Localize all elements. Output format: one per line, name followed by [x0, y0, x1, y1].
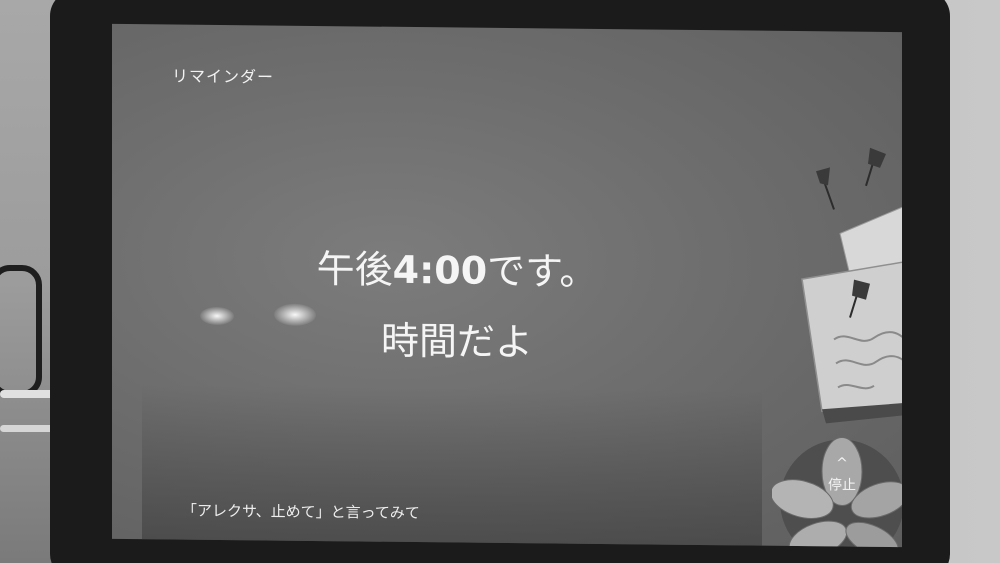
- cable: [0, 265, 42, 397]
- time-prefix: 午後: [316, 247, 393, 292]
- chevron-up-icon: ^: [836, 455, 848, 472]
- page-title: リマインダー: [172, 66, 275, 87]
- pinned-memo-icon: [801, 147, 902, 424]
- paper-note-icon: [801, 259, 902, 413]
- voice-hint: 「アレクサ、止めて」と言ってみて: [182, 501, 420, 523]
- photo-scene: リマインダー 午後4:00です。 時間だよ ^ 停止 「アレクサ、止めて」と言っ…: [0, 0, 1000, 563]
- stop-button[interactable]: ^ 停止: [812, 455, 872, 507]
- time-suffix: です。: [487, 248, 598, 294]
- screen-reflection: [142, 384, 762, 548]
- display-screen: リマインダー 午後4:00です。 時間だよ ^ 停止 「アレクサ、止めて」と言っ…: [112, 23, 902, 548]
- pin-icon: [816, 167, 835, 210]
- stop-label: 停止: [828, 477, 856, 494]
- pin-icon: [865, 147, 886, 187]
- reminder-time-line: 午後4:00です。: [112, 236, 802, 298]
- reminder-message: 時間だよ: [380, 318, 533, 365]
- reminder-time: 4:00: [392, 247, 488, 293]
